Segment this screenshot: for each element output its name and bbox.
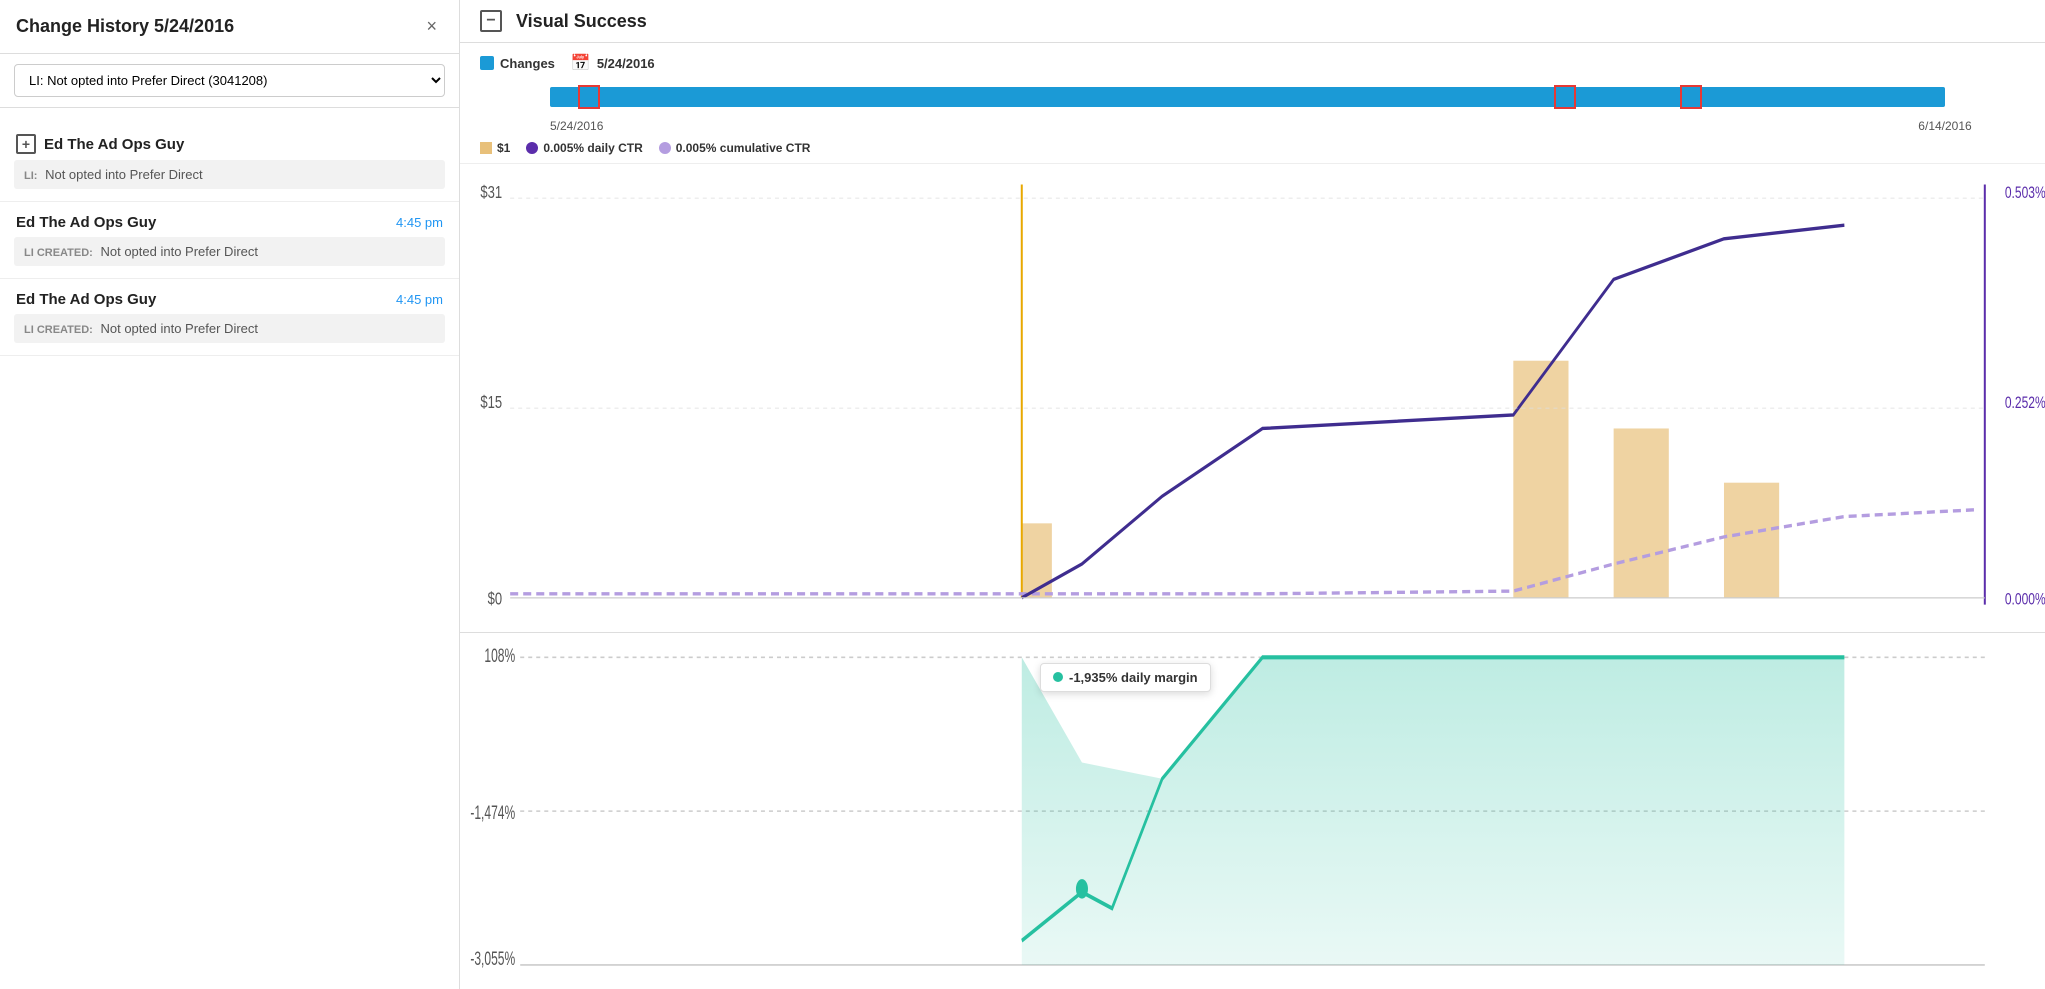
collapse-button[interactable]: −	[480, 10, 502, 32]
svg-text:0.503% CTR: 0.503% CTR	[2005, 184, 2045, 202]
entry-time: 4:45 pm	[396, 215, 443, 230]
svg-text:108%: 108%	[484, 645, 515, 667]
svg-text:-3,055%: -3,055%	[470, 948, 515, 970]
calendar-icon: 📅	[571, 53, 591, 73]
close-button[interactable]: ×	[420, 14, 443, 39]
legend-changes-label: Changes	[500, 56, 555, 71]
chart-area: Changes 📅 5/24/2016	[460, 43, 2045, 989]
entry-label: LI CREATED:	[24, 324, 93, 336]
timeline-end-date: 6/14/2016	[1918, 119, 1971, 133]
entry-time: 4:45 pm	[396, 292, 443, 307]
left-panel: Change History 5/24/2016 × LI: Not opted…	[0, 0, 460, 989]
entry-username: Ed The Ad Ops Guy	[16, 291, 156, 308]
legend-date-label: 5/24/2016	[597, 56, 655, 71]
margin-chart-svg: 108% -1,474% -3,055%	[460, 633, 2045, 989]
tooltip-teal-dot	[1053, 672, 1063, 682]
panel-title: Change History 5/24/2016	[16, 16, 234, 37]
visual-success-title: Visual Success	[516, 11, 647, 32]
tooltip-text: -1,935% daily margin	[1069, 670, 1198, 685]
legend-date: 📅 5/24/2016	[571, 53, 655, 73]
entry-header: Ed The Ad Ops Guy 4:45 pm	[0, 202, 459, 237]
change-entry: Ed The Ad Ops Guy 4:45 pm LI CREATED: No…	[0, 202, 459, 279]
margin-chart-section: -1,935% daily margin 108% -1,474% -3,055…	[460, 633, 2045, 989]
ctr-legend: $1 0.005% daily CTR 0.005% cumulative CT…	[460, 133, 2045, 164]
legend-dollar-label: $1	[497, 141, 510, 155]
legend-daily-ctr: 0.005% daily CTR	[526, 141, 642, 155]
margin-tooltip: -1,935% daily margin	[1040, 663, 1211, 692]
entry-body: LI CREATED: Not opted into Prefer Direct	[14, 237, 445, 266]
legend-cumulative-ctr-label: 0.005% cumulative CTR	[676, 141, 811, 155]
svg-text:$15: $15	[480, 393, 502, 412]
legend-cumulative-ctr: 0.005% cumulative CTR	[659, 141, 811, 155]
change-marker-3[interactable]	[1680, 85, 1702, 109]
entry-label: LI CREATED:	[24, 247, 93, 259]
entry-text: Not opted into Prefer Direct	[100, 321, 258, 336]
main-panel: − Visual Success Changes 📅 5/24/2016	[460, 0, 2045, 989]
legend-changes-icon	[480, 56, 494, 70]
timeline-start-date: 5/24/2016	[550, 119, 603, 133]
entry-label: LI:	[24, 170, 37, 182]
entry-header: + Ed The Ad Ops Guy	[0, 122, 459, 160]
svg-text:$31: $31	[480, 183, 502, 202]
svg-text:-1,474%: -1,474%	[470, 802, 515, 824]
change-entries-list: + Ed The Ad Ops Guy LI: Not opted into P…	[0, 108, 459, 989]
entry-username: Ed The Ad Ops Guy	[44, 136, 184, 153]
ctr-chart-section: $1 0.005% daily CTR 0.005% cumulative CT…	[460, 133, 2045, 633]
change-entry: + Ed The Ad Ops Guy LI: Not opted into P…	[0, 108, 459, 202]
visual-success-header: − Visual Success	[460, 0, 2045, 43]
legend-cumulative-ctr-dot	[659, 142, 671, 154]
timeline-section: Changes 📅 5/24/2016	[460, 43, 2045, 133]
legend-dollar: $1	[480, 141, 510, 155]
legend-changes: Changes	[480, 56, 555, 71]
entry-header: Ed The Ad Ops Guy 4:45 pm	[0, 279, 459, 314]
entry-body: LI: Not opted into Prefer Direct	[14, 160, 445, 189]
timeline-track	[550, 87, 1945, 107]
panel-header: Change History 5/24/2016 ×	[0, 0, 459, 54]
legend-daily-ctr-dot	[526, 142, 538, 154]
expand-button[interactable]: +	[16, 134, 36, 154]
entry-text: Not opted into Prefer Direct	[100, 244, 258, 259]
svg-text:0.252% CTR: 0.252% CTR	[2005, 395, 2045, 413]
change-entry: Ed The Ad Ops Guy 4:45 pm LI CREATED: No…	[0, 279, 459, 356]
entry-body: LI CREATED: Not opted into Prefer Direct	[14, 314, 445, 343]
timeline-bar-section: 5/24/2016 6/14/2016	[480, 83, 2025, 133]
change-marker-1[interactable]	[578, 85, 600, 109]
svg-text:0.000% CTR: 0.000% CTR	[2005, 591, 2045, 609]
li-dropdown[interactable]: LI: Not opted into Prefer Direct (304120…	[14, 64, 445, 97]
legend-dollar-icon	[480, 142, 492, 154]
chart-legend-row: Changes 📅 5/24/2016	[480, 53, 2025, 73]
svg-text:$0: $0	[488, 590, 503, 609]
entry-text: Not opted into Prefer Direct	[45, 167, 203, 182]
timeline-fill	[550, 87, 1945, 107]
ctr-chart-svg: $31 $15 $0 0.503% CTR 0.252% CTR 0.000% …	[460, 171, 2045, 632]
legend-daily-ctr-label: 0.005% daily CTR	[543, 141, 642, 155]
change-marker-2[interactable]	[1554, 85, 1576, 109]
entry-username: Ed The Ad Ops Guy	[16, 214, 156, 231]
dropdown-row: LI: Not opted into Prefer Direct (304120…	[0, 54, 459, 108]
